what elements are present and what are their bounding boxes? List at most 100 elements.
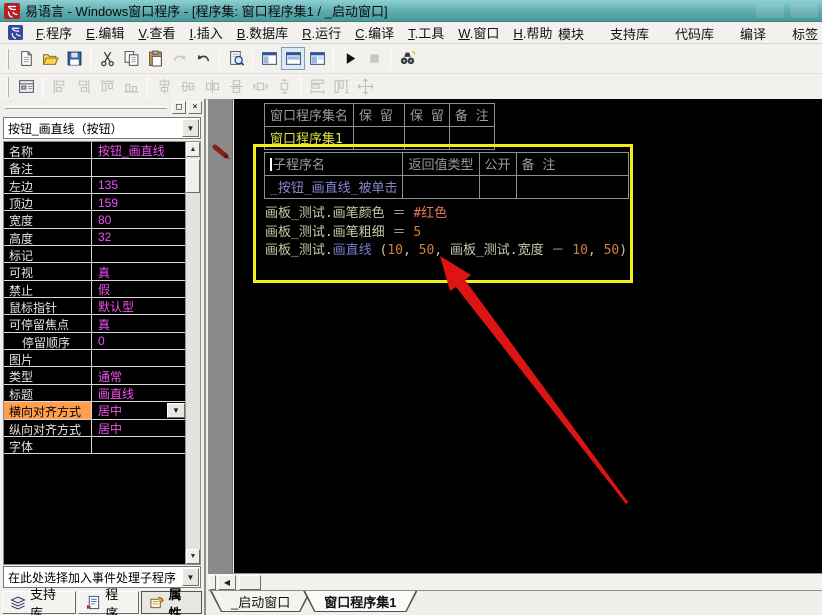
paste-button[interactable] — [143, 47, 167, 70]
panel-tab-程序[interactable]: 程序 — [78, 587, 139, 615]
table-cell-value[interactable]: _按钮_画直线_被单击 — [263, 175, 404, 199]
property-row[interactable]: 停留顺序 0 — [4, 332, 185, 351]
menu-right-item[interactable]: 支持库 — [608, 22, 651, 43]
doc-tab-窗口程序集1[interactable]: 窗口程序集1 — [303, 591, 417, 612]
window-layout-top-button[interactable] — [281, 47, 305, 70]
menu-F[interactable]: F.程序 — [29, 24, 79, 43]
scrollbar-thumb[interactable] — [239, 574, 261, 590]
table-cell-header[interactable]: 窗口程序集名 — [263, 103, 355, 127]
property-row[interactable]: 备注 — [4, 159, 185, 177]
find-binoculars-icon — [399, 50, 416, 67]
property-row[interactable]: 禁止假 — [4, 280, 185, 299]
table-cell-header[interactable]: 备 注 — [448, 103, 495, 127]
property-row[interactable]: 名称 按钮_画直线 — [4, 142, 185, 160]
property-row[interactable]: 可视真 — [4, 263, 185, 281]
run-button[interactable] — [338, 47, 362, 70]
menu-H[interactable]: H.帮助 — [506, 24, 559, 43]
undo-button[interactable] — [191, 47, 215, 70]
menu-V[interactable]: V.查看 — [131, 24, 182, 43]
panel-drag-grip[interactable] — [5, 106, 167, 109]
property-row[interactable]: 左边 135 — [4, 176, 185, 195]
menu-B[interactable]: B.数据库 — [230, 24, 295, 43]
table-cell-value[interactable] — [402, 175, 480, 199]
code-line[interactable]: 画板_测试.画直线 (10, 50, 画板_测试.宽度 － 10, 50) — [265, 242, 627, 261]
center-vertically-button — [176, 75, 200, 98]
code-line[interactable]: 画板_测试.画笔粗细 ＝ 5 — [265, 224, 627, 243]
menu-right-item[interactable]: 模块 — [556, 22, 586, 43]
menu-C[interactable]: C.编译 — [348, 24, 401, 43]
table-cell-header[interactable]: 子程序名 — [263, 152, 404, 176]
property-row[interactable]: 字体 — [4, 436, 185, 455]
find-binoculars-button[interactable] — [395, 47, 419, 70]
toolbar-separator — [252, 48, 253, 69]
property-value: 32 — [98, 230, 112, 245]
table-cell-header[interactable]: 保 留 — [353, 103, 406, 127]
panel-restore-button[interactable]: □ — [172, 101, 186, 114]
menu-E[interactable]: E.编辑 — [79, 24, 131, 43]
table-cell-value[interactable] — [515, 175, 629, 199]
menu-right-item[interactable]: 标签 — [790, 22, 820, 43]
panel-tab-支持库[interactable]: 支持库 — [2, 587, 77, 615]
property-row[interactable]: 可停留焦点真 — [4, 315, 185, 333]
property-row[interactable]: 图片 — [4, 350, 185, 368]
menu-W[interactable]: W.窗口 — [451, 24, 506, 43]
form-designer-button[interactable] — [14, 75, 38, 98]
chevron-down-icon[interactable]: ▼ — [167, 403, 185, 419]
panel-close-button[interactable]: × — [188, 101, 202, 114]
property-row[interactable]: 横向对齐方式 居中 ▼ — [4, 402, 185, 420]
minimize-button[interactable] — [756, 3, 784, 18]
property-row[interactable]: 标记 — [4, 246, 185, 264]
center-horizontally-button — [152, 75, 176, 98]
table-cell-header[interactable]: 返回值类型 — [402, 152, 480, 176]
panel-header: □ × — [0, 99, 204, 116]
menu-right-item[interactable]: 编译 — [738, 22, 768, 43]
menu-T[interactable]: T.工具 — [401, 24, 451, 43]
splitter-handle[interactable] — [209, 574, 216, 590]
menu-R[interactable]: R.运行 — [295, 24, 348, 43]
property-row[interactable]: 顶边 159 — [4, 194, 185, 212]
table-cell-header[interactable]: 备 注 — [515, 152, 629, 176]
property-row[interactable]: 宽度 80 — [4, 211, 185, 229]
window-layout-grid-icon — [309, 50, 326, 67]
scroll-left-icon[interactable]: ◀ — [218, 574, 236, 590]
text-caret — [270, 158, 272, 171]
window-layout-left-button[interactable] — [257, 47, 281, 70]
property-value: 默认型 — [98, 300, 135, 315]
scrollbar-thumb[interactable] — [186, 159, 200, 193]
property-row[interactable]: 类型 通常 — [4, 367, 185, 385]
property-row[interactable]: 鼠标指针 默认型 — [4, 298, 185, 316]
property-label: 类型 — [4, 367, 92, 384]
property-row[interactable]: 标题 画直线 — [4, 384, 185, 403]
table-cell-header[interactable]: 保 留 — [404, 103, 450, 127]
scroll-up-icon[interactable]: ▲ — [186, 142, 200, 157]
window-layout-grid-button[interactable] — [305, 47, 329, 70]
new-file-button[interactable] — [14, 47, 38, 70]
chevron-down-icon[interactable]: ▼ — [182, 119, 199, 137]
object-selector-combo[interactable]: 按钮_画直线（按钮） ▼ — [3, 117, 201, 139]
table-cell-value[interactable] — [478, 175, 517, 199]
menu-I[interactable]: I.插入 — [183, 24, 230, 43]
open-file-button[interactable] — [38, 47, 62, 70]
editor-canvas[interactable]: 窗口程序集名保 留保 留备 注窗口程序集1 子程序名 返回值类型 公开备 注 _按钮_… — [234, 99, 822, 573]
toolbar-grip[interactable] — [6, 48, 9, 69]
property-grid-scrollbar[interactable]: ▲ ▼ — [185, 142, 200, 564]
cut-icon — [99, 50, 116, 67]
scroll-down-icon[interactable]: ▼ — [186, 549, 200, 564]
maximize-button[interactable] — [790, 3, 818, 18]
save-file-button[interactable] — [62, 47, 86, 70]
cut-button[interactable] — [95, 47, 119, 70]
property-row[interactable]: 高度 32 — [4, 228, 185, 247]
menu-right-item[interactable]: 代码库 — [673, 22, 716, 43]
program-icon — [86, 595, 101, 610]
toolbar-grip[interactable] — [6, 76, 9, 97]
copy-button[interactable] — [119, 47, 143, 70]
print-preview-button[interactable] — [224, 47, 248, 70]
doc-tab-_启动窗口[interactable]: _启动窗口 — [210, 591, 311, 612]
undo-icon — [195, 50, 212, 67]
editor-horizontal-scrollbar[interactable]: ◀ — [208, 573, 822, 590]
code-line[interactable]: 画板_测试.画笔颜色 ＝ #红色 — [265, 205, 627, 224]
panel-tab-属性[interactable]: 属性 — [140, 587, 202, 615]
table-cell-header[interactable]: 公开 — [478, 152, 517, 176]
property-row[interactable]: 纵向对齐方式 居中 — [4, 419, 185, 437]
property-value: 居中 ▼ — [92, 402, 185, 419]
